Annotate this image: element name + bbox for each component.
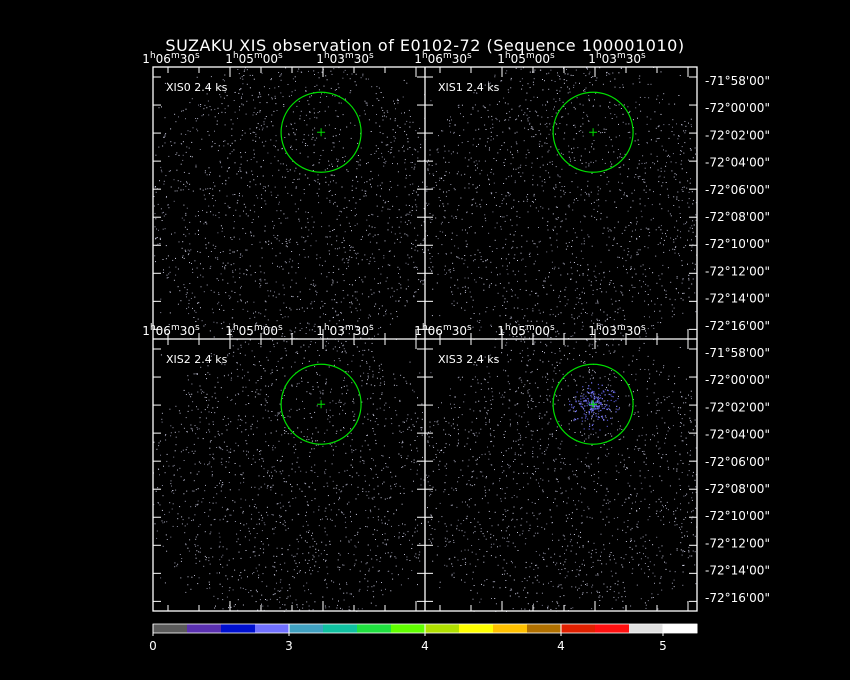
ra-label-mid: 1h06m30s xyxy=(414,323,472,338)
panel-label: XIS2 2.4 ks xyxy=(166,353,228,366)
ra-label-top: 1h05m00s xyxy=(497,51,555,66)
ra-label-top: 1h06m30s xyxy=(142,51,200,66)
colorbar-label: 4 xyxy=(557,639,565,653)
ra-label-mid: 1h06m30s xyxy=(142,323,200,338)
ra-label-mid: 1h03m30s xyxy=(588,323,646,338)
panel-label: XIS0 2.4 ks xyxy=(166,81,228,94)
ra-label-top: 1h03m30s xyxy=(588,51,646,66)
colorbar-segment xyxy=(493,624,528,633)
source-emission xyxy=(569,382,620,431)
dec-label: -72°08'00" xyxy=(705,482,770,496)
colorbar-segment xyxy=(663,624,698,633)
colorbar-label: 3 xyxy=(285,639,293,653)
xis-panel-0: XIS0 2.4 ks xyxy=(153,67,426,340)
colorbar-segment xyxy=(629,624,664,633)
source-crosshair xyxy=(317,128,326,137)
dec-label: -72°10'00" xyxy=(705,237,770,251)
ra-label-mid: 1h03m30s xyxy=(316,323,374,338)
colorbar: 0 3 4 4 5 xyxy=(149,623,698,653)
colorbar-segment xyxy=(221,624,256,633)
colorbar-segment xyxy=(425,624,460,633)
dec-label: -72°00'00" xyxy=(705,373,770,387)
colorbar-segment xyxy=(561,624,596,633)
dec-label: -72°04'00" xyxy=(705,156,770,170)
ra-label-top: 1h05m00s xyxy=(225,51,283,66)
axes-frame xyxy=(152,66,698,612)
ra-label-top: 1h06m30s xyxy=(414,51,472,66)
colorbar-segment xyxy=(459,624,494,633)
ra-label-mid: 1h05m00s xyxy=(225,323,283,338)
ra-label-top: 1h03m30s xyxy=(316,51,374,66)
dec-label: -72°06'00" xyxy=(705,183,770,197)
panel-label: XIS3 2.4 ks xyxy=(438,353,500,366)
panel-label: XIS1 2.4 ks xyxy=(438,81,500,94)
xis-image-grid: XIS0 2.4 ks XIS1 2.4 ks XIS2 2.4 ks XIS3 2.… xyxy=(142,51,770,653)
dec-label: -72°16'00" xyxy=(705,319,770,333)
dec-label: -72°08'00" xyxy=(705,210,770,224)
colorbar-segment xyxy=(323,624,358,633)
dec-label: -72°10'00" xyxy=(705,509,770,523)
colorbar-segment xyxy=(153,624,188,633)
dec-label: -72°04'00" xyxy=(705,428,770,442)
colorbar-segment xyxy=(187,624,222,633)
ra-label-mid: 1h05m00s xyxy=(497,323,555,338)
xis-panel-1: XIS1 2.4 ks xyxy=(425,67,698,340)
colorbar-label: 4 xyxy=(421,639,429,653)
colorbar-segment xyxy=(527,624,562,633)
dec-label: -72°00'00" xyxy=(705,101,770,115)
dec-label: -72°02'00" xyxy=(705,400,770,414)
dec-label: -72°12'00" xyxy=(705,264,770,278)
xis-panel-3: XIS3 2.4 ks xyxy=(425,339,698,612)
dec-label: -71°58'00" xyxy=(705,74,770,88)
dec-label: -72°06'00" xyxy=(705,455,770,469)
dec-label: -72°16'00" xyxy=(705,591,770,605)
dec-label: -72°14'00" xyxy=(705,564,770,578)
colorbar-label: 0 xyxy=(149,639,157,653)
dec-label: -71°58'00" xyxy=(705,346,770,360)
source-crosshair xyxy=(317,400,326,409)
source-crosshair xyxy=(589,128,598,137)
dec-label: -72°12'00" xyxy=(705,536,770,550)
colorbar-segment xyxy=(595,624,630,633)
colorbar-segment xyxy=(255,624,290,633)
xis-panel-2: XIS2 2.4 ks xyxy=(153,339,426,612)
colorbar-segment xyxy=(289,624,324,633)
colorbar-label: 5 xyxy=(659,639,667,653)
colorbar-segment xyxy=(391,624,426,633)
colorbar-segment xyxy=(357,624,392,633)
dec-label: -72°02'00" xyxy=(705,128,770,142)
dec-label: -72°14'00" xyxy=(705,292,770,306)
